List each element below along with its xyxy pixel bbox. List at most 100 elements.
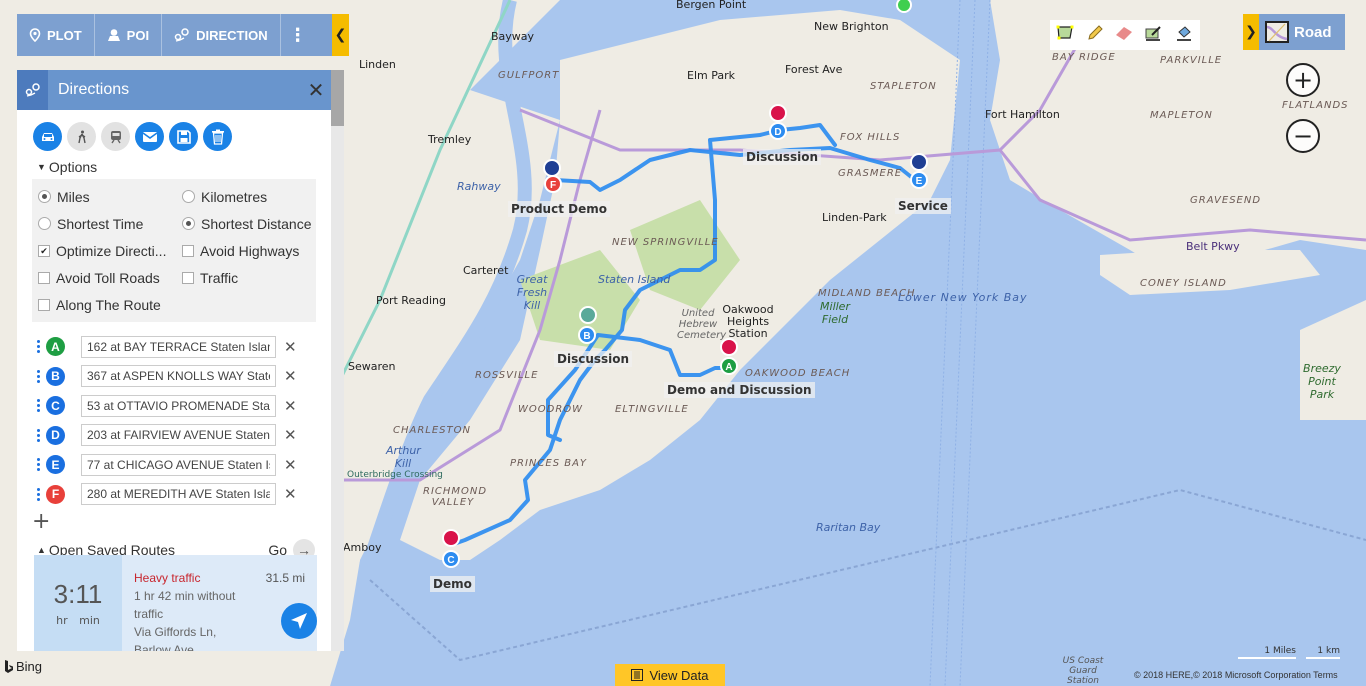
delete-icon[interactable]: [203, 122, 232, 151]
option-label: Traffic: [200, 269, 239, 286]
map-label: Fort Hamilton: [985, 108, 1060, 121]
avoid-highways-checkbox[interactable]: Avoid Highways: [176, 237, 316, 264]
drag-handle-icon[interactable]: [36, 339, 40, 354]
radio-selected[interactable]: [182, 217, 195, 230]
route-via: Via Giffords Ln, Barlow Ave: [134, 625, 217, 651]
waypoint-row: C✕: [17, 391, 331, 421]
road-map-icon: [1265, 21, 1289, 43]
map-label: WOODROW: [518, 404, 584, 415]
route-summary-card[interactable]: 3:11 hr min Heavy traffic 1 hr 42 min wi…: [34, 555, 317, 651]
waypoint-input[interactable]: [81, 365, 276, 388]
avoid-toll-roads-checkbox[interactable]: Avoid Toll Roads: [32, 264, 176, 291]
remove-waypoint-icon[interactable]: ✕: [284, 426, 297, 444]
pin-label-C[interactable]: Demo: [430, 576, 475, 592]
checkbox-unchecked[interactable]: [38, 298, 50, 311]
caret-down-icon: ▼: [37, 162, 46, 172]
directions-icon: [17, 70, 48, 110]
scrollbar-thumb[interactable]: [331, 70, 344, 126]
waypoint-input[interactable]: [81, 394, 276, 417]
car-icon[interactable]: [33, 122, 62, 151]
map-label: Great Fresh Kill: [516, 273, 548, 312]
radio-unselected[interactable]: [38, 217, 51, 230]
checkbox-checked[interactable]: ✔: [38, 244, 50, 257]
map-label: CHARLESTON: [393, 425, 471, 436]
waypoint-list: A✕B✕C✕D✕E✕F✕: [17, 332, 331, 509]
collapse-toolbar-button[interactable]: ❮: [332, 14, 349, 56]
map-label: NEW SPRINGVILLE: [612, 237, 719, 248]
navigate-icon[interactable]: [281, 603, 317, 639]
options-toggle[interactable]: ▼ Options: [17, 151, 331, 175]
checkbox-unchecked[interactable]: [38, 271, 50, 284]
eraser-icon[interactable]: [1114, 25, 1134, 45]
direction-button[interactable]: DIRECTION: [162, 14, 281, 56]
pencil-icon[interactable]: [1086, 24, 1104, 46]
options-label: Options: [48, 159, 98, 175]
traffic-checkbox[interactable]: Traffic: [176, 264, 316, 291]
map-label: ROSSVILLE: [475, 370, 539, 381]
poi-button[interactable]: POI: [95, 14, 163, 56]
pin-label-A[interactable]: Demo and Discussion: [664, 382, 815, 398]
map-label: Forest Ave: [785, 63, 843, 76]
vertical-ellipsis-icon[interactable]: ⋮: [281, 25, 315, 46]
plot-button[interactable]: PLOT: [17, 14, 95, 56]
map-label: STAPLETON: [870, 81, 937, 92]
map-scale: 1 Miles 1 km: [1238, 646, 1340, 659]
waypoint-input[interactable]: [81, 483, 276, 506]
remove-waypoint-icon[interactable]: ✕: [284, 397, 297, 415]
pin-label-F[interactable]: Product Demo: [508, 201, 610, 217]
radio-selected[interactable]: [38, 190, 51, 203]
walk-icon[interactable]: [67, 122, 96, 151]
svg-text:F: F: [550, 180, 556, 191]
location-pin-icon: [29, 28, 41, 42]
radio-unselected[interactable]: [182, 190, 195, 203]
option-label: Optimize Directi...: [56, 242, 167, 259]
waypoint-input[interactable]: [81, 424, 276, 447]
polygon-select-icon[interactable]: [1055, 24, 1075, 46]
view-data-button[interactable]: View Data: [615, 664, 725, 686]
zoom-out-button[interactable]: −: [1286, 119, 1320, 153]
checkbox-unchecked[interactable]: [182, 244, 194, 257]
map-label: Sewaren: [348, 360, 396, 373]
optimize-directions-checkbox[interactable]: ✔ Optimize Directi...: [32, 237, 176, 264]
map-label: Raritan Bay: [816, 521, 881, 534]
pin-label-E[interactable]: Service: [895, 198, 951, 214]
along-the-route-checkbox[interactable]: Along The Route: [32, 291, 176, 318]
panel-scrollbar[interactable]: [331, 70, 344, 651]
drag-handle-icon[interactable]: [36, 487, 40, 502]
drag-handle-icon[interactable]: [36, 369, 40, 384]
kilometres-radio[interactable]: Kilometres: [176, 183, 316, 210]
pin-label-D[interactable]: Discussion: [743, 149, 822, 165]
waypoint-row: D✕: [17, 421, 331, 451]
map-type-switcher[interactable]: ❯ Road: [1243, 14, 1345, 50]
remove-waypoint-icon[interactable]: ✕: [284, 367, 297, 385]
transit-icon[interactable]: [101, 122, 130, 151]
map-label: PRINCES BAY: [510, 458, 588, 469]
shortest-distance-radio[interactable]: Shortest Distance: [176, 210, 316, 237]
edit-style-icon[interactable]: [1144, 24, 1164, 46]
zoom-in-button[interactable]: +: [1286, 63, 1320, 97]
save-icon[interactable]: [169, 122, 198, 151]
fill-icon[interactable]: [1175, 24, 1195, 46]
checkbox-unchecked[interactable]: [182, 271, 194, 284]
remove-waypoint-icon[interactable]: ✕: [284, 338, 297, 356]
waypoint-row: B✕: [17, 362, 331, 392]
remove-waypoint-icon[interactable]: ✕: [284, 485, 297, 503]
miles-radio[interactable]: Miles: [32, 183, 176, 210]
email-icon[interactable]: [135, 122, 164, 151]
remove-waypoint-icon[interactable]: ✕: [284, 456, 297, 474]
waypoint-input[interactable]: [81, 335, 276, 358]
pin-label-B[interactable]: Discussion: [554, 351, 633, 367]
close-icon[interactable]: ✕: [301, 78, 331, 102]
waypoint-input[interactable]: [81, 453, 276, 476]
map-label: Belt Pkwy: [1186, 240, 1240, 253]
shortest-time-radio[interactable]: Shortest Time: [32, 210, 176, 237]
drag-handle-icon[interactable]: [36, 457, 40, 472]
chevron-right-icon[interactable]: ❯: [1243, 14, 1259, 50]
plus-icon[interactable]: +: [17, 511, 331, 533]
option-label: Shortest Distance: [201, 215, 312, 232]
scale-km: 1 km: [1306, 646, 1340, 659]
map-label: Breezy Point Park: [1303, 362, 1341, 401]
options-box: Miles Kilometres Shortest Time Shortest …: [32, 179, 316, 322]
drag-handle-icon[interactable]: [36, 398, 40, 413]
drag-handle-icon[interactable]: [36, 428, 40, 443]
